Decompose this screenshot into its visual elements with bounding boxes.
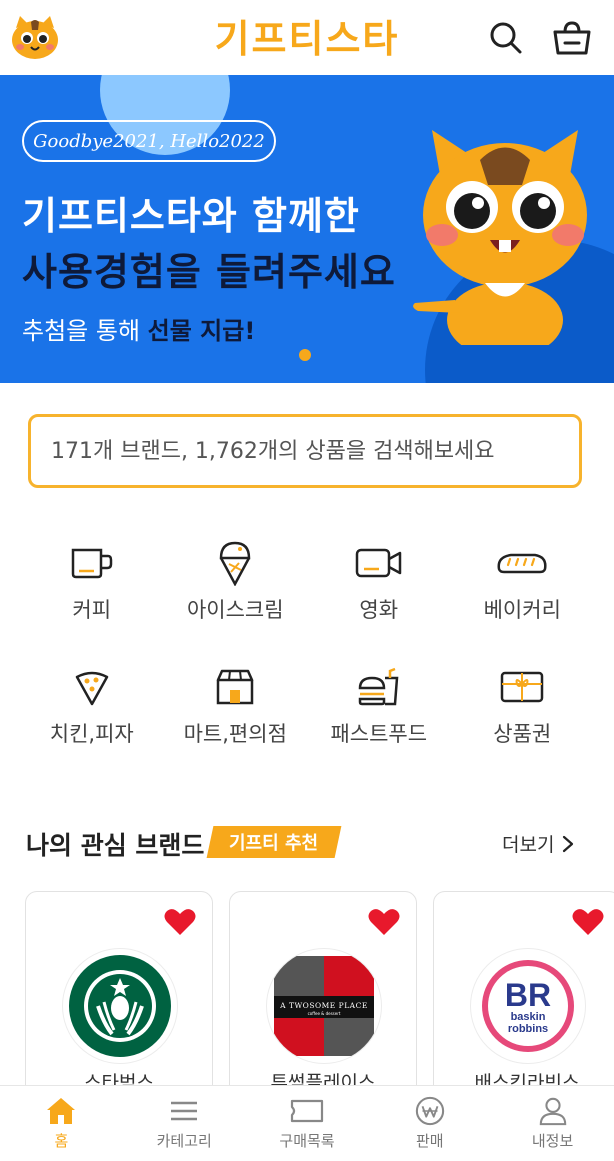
search-input[interactable] xyxy=(51,438,579,464)
banner-headline-1: 기프티스타와 함께한 xyxy=(22,194,360,238)
video-camera-icon xyxy=(349,540,409,586)
nav-label: 카테고리 xyxy=(156,1132,212,1150)
baskin-logo-text-1: baskin xyxy=(511,1011,546,1023)
carousel-indicator[interactable] xyxy=(299,349,311,361)
category-chicken-pizza[interactable]: 치킨,피자 xyxy=(20,664,164,748)
baskin-robbins-logo-icon: BR baskin robbins xyxy=(470,948,586,1064)
ticket-icon xyxy=(290,1099,324,1123)
banner-pill: Goodbye2021, Hello2022 xyxy=(22,120,276,162)
shopping-basket-icon xyxy=(553,21,591,55)
store-icon xyxy=(205,664,265,710)
twosome-place-logo-icon: A TWOSOME PLACE coffee & dessert xyxy=(266,948,382,1064)
twosome-logo-text: A TWOSOME PLACE xyxy=(279,1001,368,1010)
chevron-right-icon xyxy=(563,835,574,852)
nav-label: 홈 xyxy=(54,1132,69,1150)
banner-subtext-highlight: 선물 지급! xyxy=(147,317,256,345)
nav-my-info[interactable]: 내정보 xyxy=(491,1086,614,1161)
bottom-nav: 홈 카테고리 구매목록 판매 내정보 xyxy=(0,1085,614,1161)
category-gift-card[interactable]: 상품권 xyxy=(451,664,595,748)
coffee-cup-icon xyxy=(62,540,122,586)
bread-icon xyxy=(492,540,552,586)
nav-purchases[interactable]: 구매목록 xyxy=(246,1086,369,1161)
twosome-logo-subtext: coffee & dessert xyxy=(308,1011,341,1016)
promo-banner[interactable]: Goodbye2021, Hello2022 기프티스타와 함께한 사용경험을 … xyxy=(0,75,614,383)
category-label: 상품권 xyxy=(493,722,552,746)
category-label: 마트,편의점 xyxy=(183,722,287,746)
heart-icon[interactable] xyxy=(164,908,196,940)
app-header: 기프티스타 xyxy=(0,0,614,75)
nav-category[interactable]: 카테고리 xyxy=(123,1086,246,1161)
banner-subtext-prefix: 추첨을 통해 xyxy=(22,317,148,345)
menu-icon xyxy=(171,1101,198,1121)
recommend-badge: 기프티 추천 xyxy=(206,826,342,858)
cart-button[interactable] xyxy=(552,18,592,58)
starbucks-logo-icon xyxy=(62,948,178,1064)
pizza-slice-icon xyxy=(62,664,122,710)
ice-cream-icon xyxy=(205,540,265,586)
brand-card-twosome[interactable]: A TWOSOME PLACE coffee & dessert 투썸플레이스 xyxy=(229,891,417,1111)
category-label: 패스트푸드 xyxy=(330,722,428,746)
brand-card-baskin[interactable]: BR baskin robbins 배스킨라빈스 xyxy=(433,891,614,1111)
search-field[interactable] xyxy=(28,414,582,488)
heart-icon[interactable] xyxy=(572,908,604,940)
nav-label: 내정보 xyxy=(531,1132,574,1150)
category-label: 베이커리 xyxy=(483,598,561,622)
search-icon xyxy=(490,22,522,54)
category-ice-cream[interactable]: 아이스크림 xyxy=(164,540,308,624)
user-icon xyxy=(539,1097,566,1126)
category-label: 아이스크림 xyxy=(186,598,284,622)
category-label: 치킨,피자 xyxy=(49,722,134,746)
nav-sell[interactable]: 판매 xyxy=(368,1086,491,1161)
banner-headline-2: 사용경험을 들려주세요 xyxy=(22,250,396,294)
category-coffee[interactable]: 커피 xyxy=(20,540,164,624)
category-bakery[interactable]: 베이커리 xyxy=(451,540,595,624)
banner-mascot-icon xyxy=(410,115,600,358)
nav-label: 판매 xyxy=(415,1132,444,1150)
more-link[interactable]: 더보기 xyxy=(502,830,574,857)
more-label: 더보기 xyxy=(502,834,555,856)
category-mart[interactable]: 마트,편의점 xyxy=(164,664,308,748)
category-grid: 커피 아이스크림 영화 베이커리 치킨,피자 마트,편의점 패스트푸드 상품권 xyxy=(20,540,594,748)
nav-home[interactable]: 홈 xyxy=(0,1086,123,1161)
won-coin-icon xyxy=(415,1096,444,1126)
category-fast-food[interactable]: 패스트푸드 xyxy=(307,664,451,748)
nav-label: 구매목록 xyxy=(279,1132,335,1150)
banner-subtext: 추첨을 통해 선물 지급! xyxy=(22,311,255,346)
baskin-logo-text-2: robbins xyxy=(508,1023,548,1035)
category-label: 영화 xyxy=(359,598,399,622)
home-icon xyxy=(47,1098,76,1124)
heart-icon[interactable] xyxy=(368,908,400,940)
burger-drink-icon xyxy=(349,664,409,710)
svg-text:BR: BR xyxy=(505,977,551,1013)
recommend-badge-label: 기프티 추천 xyxy=(229,833,319,854)
category-movie[interactable]: 영화 xyxy=(307,540,451,624)
section-title: 나의 관심 브랜드 xyxy=(26,831,205,860)
search-button[interactable] xyxy=(486,18,526,58)
brand-card-starbucks[interactable]: 스타벅스 xyxy=(25,891,213,1111)
gift-card-icon xyxy=(492,664,552,710)
category-label: 커피 xyxy=(72,598,112,622)
